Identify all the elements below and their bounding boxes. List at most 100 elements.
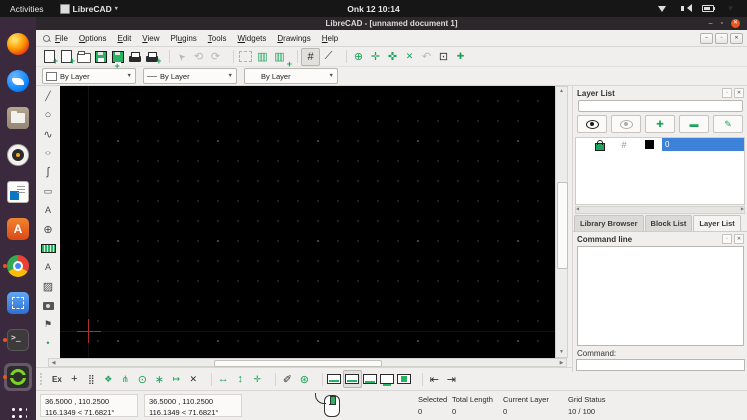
dock-item-thunderbird[interactable] — [4, 67, 32, 95]
scroll-up-arrow-icon[interactable]: ▲ — [556, 87, 567, 96]
canvas-vertical-scrollbar[interactable]: ▲ ▼ — [555, 86, 568, 358]
view-screen-3-icon[interactable] — [362, 371, 379, 387]
scroll-right-arrow-icon[interactable]: ▶ — [557, 359, 566, 366]
show-all-layers-button[interactable] — [577, 115, 607, 133]
mtext-icon[interactable]: A — [39, 201, 57, 219]
layer-filter-input[interactable] — [578, 100, 743, 112]
grid-toggle-icon[interactable]: # — [301, 48, 320, 66]
line-icon[interactable]: ╱ — [39, 87, 57, 105]
scroll-left-arrow-icon[interactable]: ◀ — [576, 206, 579, 211]
dock-item-screenshot-tool[interactable] — [4, 289, 32, 317]
menu-plugins[interactable]: Plugins — [171, 34, 197, 43]
dock-item-librecad[interactable] — [4, 363, 32, 391]
dock-item-app-grid[interactable] — [4, 400, 32, 420]
scroll-down-arrow-icon[interactable]: ▼ — [556, 348, 567, 357]
snap-grid-icon[interactable]: ⣿ — [83, 371, 100, 387]
view-screen-4-icon[interactable] — [379, 371, 396, 387]
zoom-in-icon[interactable]: ⊕ — [350, 49, 367, 65]
app-menu-button[interactable]: LibreCAD ▾ — [54, 4, 124, 14]
previous-view-icon[interactable]: ↶ — [418, 49, 435, 65]
new-icon[interactable] — [41, 49, 58, 65]
save-icon[interactable] — [92, 49, 109, 65]
document-icon[interactable] — [42, 34, 51, 43]
canvas-horizontal-scrollbar[interactable]: ◀ ▶ — [48, 358, 567, 367]
workspace-icon[interactable]: ▥ — [254, 49, 271, 65]
menu-file[interactable]: File — [55, 34, 68, 43]
restrict-vertical-icon[interactable]: ↕ — [232, 371, 249, 387]
toolbar-drag-handle[interactable] — [40, 373, 45, 385]
dock-item-files[interactable] — [4, 104, 32, 132]
view-screen-2-icon[interactable] — [343, 370, 362, 388]
save-as-icon[interactable] — [109, 49, 126, 65]
new-from-template-icon[interactable] — [58, 49, 75, 65]
menu-tools[interactable]: Tools — [208, 34, 227, 43]
image-icon[interactable] — [39, 296, 57, 314]
dock-item-rhythmbox[interactable] — [4, 141, 32, 169]
layer-row[interactable]: # 0 — [576, 138, 744, 151]
dimension-icon[interactable] — [39, 239, 57, 257]
snap-free-icon[interactable]: + — [66, 371, 83, 387]
remove-layer-button[interactable]: ▬ — [679, 115, 709, 133]
layer-list-hscrollbar[interactable]: ◀ ▶ — [575, 206, 745, 214]
snap-endpoints-icon[interactable]: ❖ — [100, 371, 117, 387]
curve-icon[interactable]: ∿ — [39, 125, 57, 143]
dock-item-ubuntu-software[interactable] — [4, 215, 32, 243]
polyline-icon[interactable]: ∫ — [39, 163, 57, 181]
mdi-restore-button[interactable]: ▫ — [715, 33, 728, 44]
minimize-button[interactable]: – — [709, 19, 713, 28]
view-screen-1-icon[interactable] — [326, 371, 343, 387]
battery-icon[interactable] — [699, 1, 716, 17]
circle-icon[interactable]: ○ — [39, 106, 57, 124]
redo-icon[interactable]: ⟳ — [207, 49, 224, 65]
snap-distance-icon[interactable]: ↦ — [168, 371, 185, 387]
print-preview-icon[interactable] — [143, 49, 160, 65]
draft-mode-icon[interactable]: ⟋ — [320, 49, 337, 65]
scroll-left-arrow-icon[interactable]: ◀ — [49, 359, 58, 366]
title-bar[interactable]: LibreCAD - [unnamed document 1] –▫✕ — [36, 17, 747, 30]
pan-icon[interactable]: ✚ — [452, 49, 469, 65]
undo-icon[interactable]: ⟲ — [190, 49, 207, 65]
print-icon[interactable] — [126, 49, 143, 65]
snap-center-icon[interactable]: ⊙ — [134, 371, 151, 387]
chevron-down-icon[interactable]: ▾ — [722, 1, 739, 17]
tab-block-list[interactable]: Block List — [645, 215, 693, 231]
pen-color-combo[interactable]: By Layer ▼ — [42, 68, 136, 84]
layer-dock-close-button[interactable]: ✕ — [734, 88, 744, 98]
view-screen-5-icon[interactable] — [396, 371, 413, 387]
mdi-close-button[interactable]: ✕ — [730, 33, 743, 44]
close-button[interactable]: ✕ — [731, 19, 740, 28]
restore-button[interactable]: ▫ — [721, 19, 723, 28]
restrict-orthogonal-icon[interactable]: ✛ — [249, 371, 266, 387]
zoom-window-icon[interactable]: ⊡ — [435, 49, 452, 65]
tab-layer-list[interactable]: Layer List — [693, 215, 740, 231]
open-icon[interactable] — [75, 49, 92, 65]
horizontal-scroll-thumb[interactable] — [214, 360, 382, 367]
prev-workspace-icon[interactable]: ⇤ — [426, 371, 443, 387]
scroll-right-arrow-icon[interactable]: ▶ — [741, 206, 744, 211]
layer-table[interactable]: # 0 — [575, 137, 745, 205]
menu-edit[interactable]: Edit — [118, 34, 132, 43]
menu-drawings[interactable]: Drawings — [277, 34, 310, 43]
menu-options[interactable]: Options — [79, 34, 107, 43]
command-input[interactable] — [576, 359, 745, 371]
hatch-icon[interactable]: ▨ — [39, 277, 57, 295]
snap-middle-icon[interactable]: ∗ — [151, 371, 168, 387]
edit-layer-button[interactable]: ✎ — [713, 115, 743, 133]
dock-item-libreoffice-writer[interactable] — [4, 178, 32, 206]
exclusive-snap-label[interactable]: Ex — [48, 375, 66, 384]
hide-all-layers-button[interactable] — [611, 115, 641, 133]
menu-view[interactable]: View — [142, 34, 159, 43]
set-relative-zero-icon[interactable]: ✐ — [279, 371, 296, 387]
snap-intersection-icon[interactable]: ✕ — [185, 371, 202, 387]
layer-name[interactable]: 0 — [662, 138, 744, 151]
cmd-dock-float-button[interactable]: ▫ — [722, 234, 732, 244]
add-layer-button[interactable]: ✚ — [645, 115, 675, 133]
lock-relative-zero-icon[interactable]: ⊛ — [296, 371, 313, 387]
restrict-horizontal-icon[interactable]: ↔ — [215, 371, 232, 387]
command-history-area[interactable] — [577, 246, 744, 346]
select-window-icon[interactable] — [237, 49, 254, 65]
text-icon[interactable]: A — [39, 258, 57, 276]
pen-width-combo[interactable]: By Layer ▼ — [143, 68, 237, 84]
snap-on-entity-icon[interactable]: ⋔ — [117, 371, 134, 387]
system-tray[interactable]: ▾ — [653, 1, 747, 17]
